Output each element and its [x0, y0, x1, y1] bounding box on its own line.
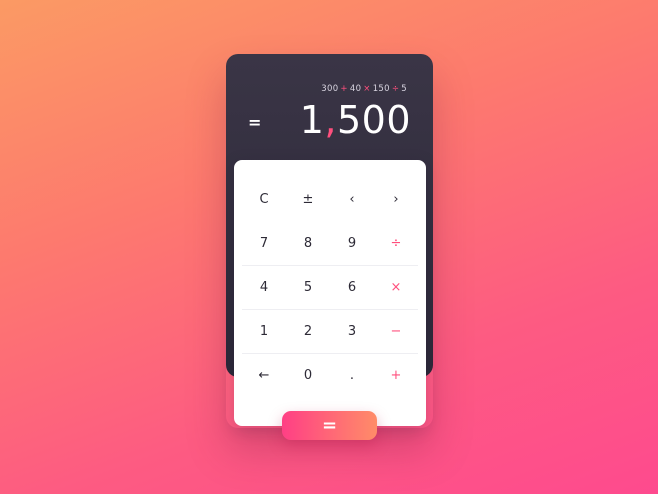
expression-term: 5 [401, 84, 407, 94]
expression-term: 40 [349, 84, 362, 94]
clear-button[interactable]: C [242, 179, 286, 219]
result-digits: 1 [299, 98, 325, 142]
divide-button[interactable]: ÷ [374, 223, 418, 263]
expression-operator: ÷ [391, 84, 400, 94]
keypad: C ± ‹ › 7 8 9 ÷ 4 5 6 × 1 2 3 − ← 0 . + [234, 160, 426, 426]
result-thousands-separator: , [324, 98, 337, 142]
equals-indicator: = [248, 113, 262, 132]
equals-button[interactable]: = [282, 411, 377, 440]
expression-term: 300 [321, 84, 339, 94]
decimal-point-button[interactable]: . [330, 355, 374, 395]
backspace-button[interactable]: ← [242, 355, 286, 395]
result-value: 1,500 [300, 98, 411, 142]
keypad-row-456: 4 5 6 × [242, 267, 418, 310]
digit-4-button[interactable]: 4 [242, 267, 286, 307]
plus-minus-button[interactable]: ± [286, 179, 330, 219]
digit-2-button[interactable]: 2 [286, 311, 330, 351]
multiply-button[interactable]: × [374, 267, 418, 307]
digit-1-button[interactable]: 1 [242, 311, 286, 351]
digit-9-button[interactable]: 9 [330, 223, 374, 263]
expression-term: 150 [372, 84, 390, 94]
digit-7-button[interactable]: 7 [242, 223, 286, 263]
digit-0-button[interactable]: 0 [286, 355, 330, 395]
cursor-right-button[interactable]: › [374, 179, 418, 219]
subtract-button[interactable]: − [374, 311, 418, 351]
digit-3-button[interactable]: 3 [330, 311, 374, 351]
expression-operator: + [340, 84, 348, 94]
expression-line: 300 +40 × 150 ÷ 5 [321, 84, 407, 94]
result-digits: 500 [336, 98, 411, 142]
keypad-row-functions: C ± ‹ › [242, 179, 418, 219]
add-button[interactable]: + [374, 355, 418, 395]
digit-6-button[interactable]: 6 [330, 267, 374, 307]
expression-operator: × [363, 84, 371, 94]
keypad-row-789: 7 8 9 ÷ [242, 223, 418, 266]
digit-5-button[interactable]: 5 [286, 267, 330, 307]
cursor-left-button[interactable]: ‹ [330, 179, 374, 219]
digit-8-button[interactable]: 8 [286, 223, 330, 263]
keypad-row-bottom: ← 0 . + [242, 355, 418, 395]
keypad-row-123: 1 2 3 − [242, 311, 418, 354]
